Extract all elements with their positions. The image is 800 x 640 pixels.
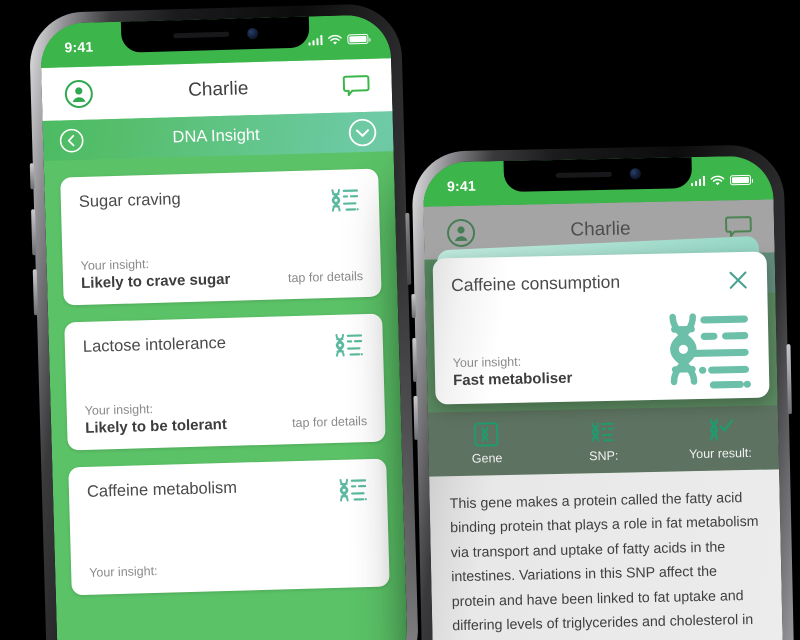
dna-insight-title: DNA Insight [172,125,260,146]
app-bar: Charlie [41,58,393,121]
dna-list-icon [339,478,367,502]
tap-for-details-hint[interactable]: tap for details [288,269,363,286]
card-insight-block: Your insight: Likely to be tolerant [84,398,228,437]
earpiece-speaker [172,31,229,39]
insight-card-lactose-intolerance[interactable]: Lactose intolerance Your insight: Likely… [64,313,386,451]
volume-up-button[interactable] [412,337,418,382]
insight-value: Likely to be tolerant [84,415,228,437]
signal-bars-icon [690,175,706,187]
modal-insight-block: Your insight: Fast metaboliser [453,348,752,390]
close-x-icon[interactable] [727,269,749,291]
chat-bubble-icon[interactable] [342,73,370,98]
dna-list-icon [331,188,359,212]
front-camera-icon [629,168,641,180]
meta-column-your-result[interactable]: Your result: [661,415,779,461]
gene-meta-row: Gene SNP: Your result: [427,405,780,477]
dna-list-icon [335,333,363,357]
volume-down-button[interactable] [413,395,419,440]
modal-title: Caffeine consumption [450,271,621,296]
card-footer: Your insight: [89,556,371,582]
signal-bars-icon [307,35,323,46]
mute-switch[interactable] [29,163,35,190]
meta-label: SNP: [589,448,619,464]
card-insight-block: Your insight: Likely to crave sugar [80,253,230,292]
meta-column-snp[interactable]: SNP: [545,418,663,464]
card-insight-block: Your insight: [89,562,158,582]
detail-modal: Caffeine consumption Your insight: Fast … [432,251,770,405]
wifi-icon [328,34,342,44]
page-title: Charlie [187,77,249,101]
tap-for-details-hint[interactable]: tap for details [292,414,367,431]
front-phone-device: 9:41 Caffeine consumption Your insight: … [411,144,797,640]
wifi-icon [710,175,725,185]
status-indicators [690,170,752,187]
volume-down-button[interactable] [32,269,39,316]
card-header: Lactose intolerance [83,330,366,367]
card-footer: Your insight: Likely to crave sugar tap … [80,249,363,292]
gene-box-icon [474,422,499,447]
modal-header: Caffeine consumption [451,269,749,297]
insight-card-list: Sugar craving Your insight: Likely to cr… [44,151,408,640]
card-title: Sugar craving [78,190,181,211]
insight-label: Your insight: [89,563,158,580]
meta-column-gene[interactable]: Gene [428,420,546,466]
chevron-left-circle-icon[interactable] [59,127,85,153]
front-camera-icon [246,27,258,40]
dna-list-icon [591,422,615,443]
mute-switch[interactable] [411,293,416,318]
meta-label: Your result: [688,445,752,462]
power-button[interactable] [786,344,792,415]
power-button[interactable] [405,212,412,285]
volume-up-button[interactable] [31,209,37,256]
front-phone-screen-area: 9:41 Caffeine consumption Your insight: … [422,155,786,640]
notch [503,157,693,193]
card-header: Sugar craving [79,185,362,222]
back-phone-screen: 9:41 Charlie DNA Insight Sugar craving Y… [39,14,409,640]
insight-card-sugar-craving[interactable]: Sugar craving Your insight: Likely to cr… [60,168,382,306]
scene: 9:41 Charlie DNA Insight Sugar craving Y… [0,0,800,640]
back-phone-device: 9:41 Charlie DNA Insight Sugar craving Y… [28,2,420,640]
profile-avatar-icon[interactable] [63,78,94,109]
insight-card-caffeine-metabolism[interactable]: Caffeine metabolism Your insight: [68,458,390,596]
status-clock: 9:41 [64,38,94,56]
battery-icon [347,33,369,45]
chevron-down-circle-icon[interactable] [348,117,378,147]
battery-icon [729,174,752,186]
earpiece-speaker [555,171,612,178]
status-indicators [307,29,369,46]
meta-label: Gene [471,451,503,466]
card-header: Caffeine metabolism [87,475,370,512]
back-phone-screen-area: 9:41 Charlie DNA Insight Sugar craving Y… [39,14,409,640]
notch [120,16,310,53]
dna-check-icon [709,418,733,441]
gene-description-text: This gene makes a protein called the fat… [429,469,786,640]
card-footer: Your insight: Likely to be tolerant tap … [84,394,368,437]
status-clock: 9:41 [446,177,477,195]
card-title: Caffeine metabolism [86,478,238,501]
insight-value: Likely to crave sugar [80,270,231,292]
card-title: Lactose intolerance [82,333,227,356]
